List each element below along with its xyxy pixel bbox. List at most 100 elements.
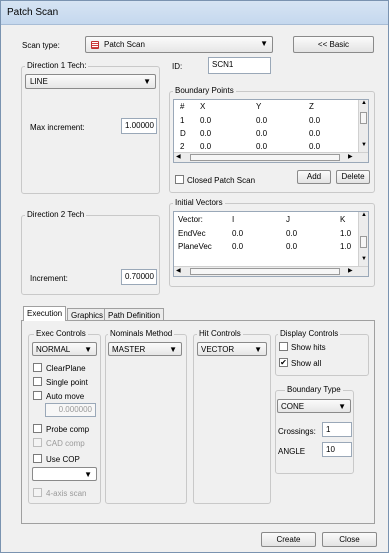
- column-header: J: [286, 215, 290, 224]
- auto-move-label: Auto move: [46, 392, 85, 401]
- clearplane-checkbox[interactable]: [33, 363, 42, 372]
- vertical-scrollbar[interactable]: ▲ ▼: [358, 100, 368, 152]
- nominals-method-label: Nominals Method: [108, 329, 175, 338]
- display-controls-group: [275, 334, 369, 376]
- crossings-label: Crossings:: [278, 427, 316, 436]
- chevron-down-icon: ▼: [254, 345, 262, 354]
- table-row[interactable]: 1 0.0 0.0 0.0: [174, 116, 358, 127]
- horizontal-scrollbar[interactable]: ◀ ▶: [174, 152, 368, 162]
- max-increment-input[interactable]: 1.00000: [121, 118, 157, 134]
- use-cop-label: Use COP: [46, 455, 80, 464]
- probe-comp-checkbox[interactable]: [33, 424, 42, 433]
- crossings-input[interactable]: 1: [322, 422, 352, 437]
- nominals-method-select[interactable]: MASTER ▼: [108, 342, 182, 356]
- boundary-points-table[interactable]: # X Y Z 1 0.0 0.0 0.0 D 0.0 0.0 0.0 2 0.…: [173, 99, 369, 163]
- basic-button[interactable]: << Basic: [293, 36, 374, 53]
- scroll-thumb[interactable]: [190, 268, 340, 275]
- scroll-thumb[interactable]: [360, 236, 367, 248]
- angle-input[interactable]: 10: [322, 442, 352, 457]
- probe-comp-label: Probe comp: [46, 425, 90, 434]
- show-hits-label: Show hits: [291, 343, 326, 352]
- boundary-type-value: CONE: [281, 402, 305, 411]
- scroll-thumb[interactable]: [190, 154, 340, 161]
- vertical-scrollbar[interactable]: ▲ ▼: [358, 212, 368, 266]
- column-header: Z: [309, 102, 314, 111]
- table-row[interactable]: EndVec 0.0 0.0 1.0: [174, 229, 358, 240]
- chevron-down-icon: ▼: [338, 402, 346, 411]
- window-title: Patch Scan: [7, 7, 59, 18]
- add-button[interactable]: Add: [297, 170, 331, 184]
- patch-scan-dialog: Patch Scan Scan type: Patch Scan ▼ << Ba…: [0, 0, 389, 553]
- scroll-up-icon: ▲: [361, 212, 367, 218]
- table-cell: 0.0: [286, 229, 298, 238]
- scroll-up-icon: ▲: [361, 100, 367, 106]
- table-header: Vector: I J K: [174, 215, 358, 226]
- increment-input[interactable]: 0.70000: [121, 269, 157, 285]
- cad-comp-label: CAD comp: [46, 439, 85, 448]
- auto-move-distance-input[interactable]: 0.000000: [45, 403, 96, 417]
- chevron-down-icon: ▼: [143, 77, 151, 86]
- id-input[interactable]: SCN1: [208, 57, 271, 74]
- angle-label: ANGLE: [278, 447, 306, 456]
- chevron-down-icon: ▼: [169, 345, 177, 354]
- show-hits-checkbox[interactable]: [279, 342, 288, 351]
- title-bar: Patch Scan: [1, 1, 388, 25]
- scan-type-select[interactable]: Patch Scan ▼: [85, 36, 273, 53]
- scroll-down-icon: ▼: [361, 256, 367, 262]
- scan-type-label: Scan type:: [22, 41, 60, 50]
- column-header: X: [200, 102, 206, 111]
- cad-comp-checkbox[interactable]: [33, 438, 42, 447]
- table-cell: D: [180, 129, 186, 138]
- table-cell: 0.0: [232, 242, 244, 251]
- table-cell: 0.0: [256, 142, 268, 151]
- closed-patch-scan-label: Closed Patch Scan: [187, 176, 256, 185]
- table-cell: 0.0: [309, 142, 321, 151]
- column-header: K: [340, 215, 346, 224]
- table-row[interactable]: D 0.0 0.0 0.0: [174, 129, 358, 140]
- hit-controls-label: Hit Controls: [197, 329, 243, 338]
- increment-label: Increment:: [30, 274, 68, 283]
- scroll-thumb[interactable]: [360, 112, 367, 124]
- delete-button[interactable]: Delete: [336, 170, 370, 184]
- column-header: I: [232, 215, 235, 224]
- initial-vectors-table[interactable]: Vector: I J K EndVec 0.0 0.0 1.0 PlaneVe…: [173, 211, 369, 277]
- table-cell: 0.0: [232, 229, 244, 238]
- clearplane-label: ClearPlane: [46, 364, 86, 373]
- scroll-right-icon: ▶: [348, 154, 353, 160]
- table-cell: 0.0: [309, 129, 321, 138]
- close-button[interactable]: Close: [322, 532, 377, 547]
- chevron-down-icon: ▼: [260, 39, 268, 48]
- max-increment-label: Max increment:: [30, 123, 85, 132]
- tab-execution[interactable]: Execution: [23, 306, 67, 321]
- show-all-checkbox[interactable]: ✔: [279, 358, 288, 367]
- initial-vectors-label: Initial Vectors: [173, 198, 225, 207]
- table-cell: PlaneVec: [178, 242, 212, 251]
- four-axis-scan-checkbox[interactable]: [33, 488, 42, 497]
- boundary-type-select[interactable]: CONE ▼: [277, 399, 351, 413]
- table-cell: 0.0: [256, 129, 268, 138]
- table-cell: 1.0: [340, 242, 352, 251]
- single-point-checkbox[interactable]: [33, 377, 42, 386]
- hit-controls-select[interactable]: VECTOR ▼: [197, 342, 267, 356]
- direction1-tech-select[interactable]: LINE ▼: [25, 74, 156, 89]
- table-cell: 0.0: [200, 129, 212, 138]
- chevron-down-icon: ▼: [84, 470, 92, 479]
- scroll-left-icon: ◀: [176, 154, 181, 160]
- direction2-label: Direction 2 Tech: [25, 210, 87, 219]
- column-header: Vector:: [178, 215, 203, 224]
- table-cell: 0.0: [200, 116, 212, 125]
- exec-controls-label: Exec Controls: [34, 329, 88, 338]
- use-cop-checkbox[interactable]: [33, 454, 42, 463]
- horizontal-scrollbar[interactable]: ◀ ▶: [174, 266, 368, 276]
- table-row[interactable]: PlaneVec 0.0 0.0 1.0: [174, 242, 358, 253]
- exec-mode-select[interactable]: NORMAL ▼: [32, 342, 97, 356]
- scroll-down-icon: ▼: [361, 142, 367, 148]
- create-button[interactable]: Create: [261, 532, 316, 547]
- closed-patch-scan-checkbox[interactable]: [175, 175, 184, 184]
- exec-mode-value: NORMAL: [36, 345, 71, 354]
- column-header: #: [180, 102, 185, 111]
- auto-move-checkbox[interactable]: [33, 391, 42, 400]
- cop-select[interactable]: ▼: [32, 467, 97, 481]
- boundary-type-label: Boundary Type: [285, 385, 343, 394]
- direction1-tech-value: LINE: [30, 77, 48, 86]
